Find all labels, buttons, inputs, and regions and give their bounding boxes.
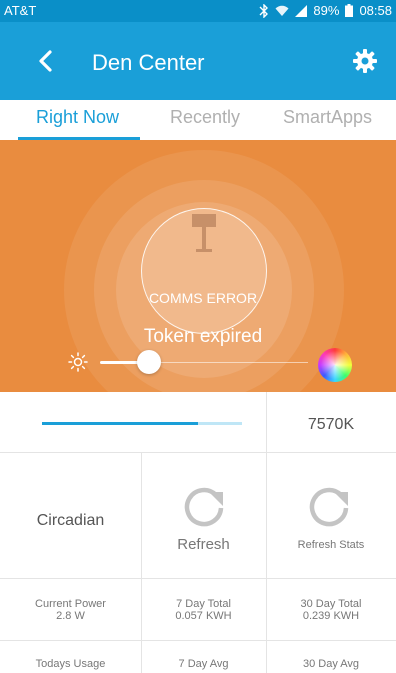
divider (141, 452, 142, 673)
back-arrow-icon[interactable] (30, 44, 64, 78)
thirty-day-total-stat: 30 Day Total 0.239 KWH (266, 598, 396, 622)
error-message: Token expired (143, 326, 263, 347)
thirty-day-avg-label: 30 Day Avg (302, 658, 360, 670)
clock: 08:58 (359, 3, 392, 18)
controls-grid: 7570K Circadian Refresh Refresh Stats Cu… (0, 392, 396, 673)
app-bar: Den Center (0, 22, 396, 100)
brightness-slider-thumb[interactable] (137, 350, 161, 374)
battery-percent: 89% (313, 3, 340, 18)
thirty-day-total-value: 0.239 KWH (302, 610, 360, 622)
brightness-slider-track[interactable] (148, 362, 308, 363)
circadian-tile[interactable]: Circadian (0, 512, 141, 530)
refresh-stats-button[interactable]: Refresh Stats (266, 539, 396, 551)
thirty-day-total-label: 30 Day Total (300, 598, 362, 610)
divider (0, 578, 396, 579)
settings-gear-icon[interactable] (352, 48, 378, 74)
current-power-label: Current Power (35, 598, 106, 610)
carrier-label: AT&T (4, 3, 37, 18)
wifi-icon (275, 5, 289, 17)
status-right: 89% 08:58 (259, 3, 392, 18)
current-power-value: 2.8 W (56, 610, 85, 622)
tab-right-now[interactable]: Right Now (36, 107, 119, 128)
battery-icon (345, 4, 354, 17)
brightness-icon (68, 352, 88, 372)
color-temperature-value[interactable]: 7570K (266, 416, 396, 434)
tab-smartapps[interactable]: SmartApps (283, 107, 372, 128)
seven-day-total-label: 7 Day Total (176, 598, 231, 610)
divider (0, 640, 396, 641)
page-title: Den Center (92, 50, 205, 75)
current-power-stat: Current Power 2.8 W (0, 598, 141, 622)
error-status: COMMS ERROR (148, 290, 258, 306)
seven-day-total-stat: 7 Day Total 0.057 KWH (141, 598, 266, 622)
tab-recently[interactable]: Recently (170, 107, 240, 128)
refresh-stats-icon[interactable] (303, 480, 355, 532)
seven-day-avg-label: 7 Day Avg (178, 658, 229, 670)
refresh-button[interactable]: Refresh (141, 536, 266, 553)
bluetooth-icon (259, 3, 269, 18)
seven-day-total-value: 0.057 KWH (175, 610, 232, 622)
divider (266, 452, 267, 673)
level-slider-fill (42, 422, 198, 425)
todays-usage-label: Todays Usage (35, 658, 106, 670)
divider (0, 452, 396, 453)
refresh-icon[interactable] (178, 480, 230, 532)
status-bar: AT&T 89% 08:58 (0, 0, 396, 22)
signal-icon (295, 4, 308, 17)
device-status-panel: COMMS ERROR Token expired (0, 140, 396, 392)
color-picker-button[interactable] (318, 348, 352, 382)
tab-bar: Right Now Recently SmartApps (0, 100, 396, 140)
lamp-icon (189, 210, 219, 260)
